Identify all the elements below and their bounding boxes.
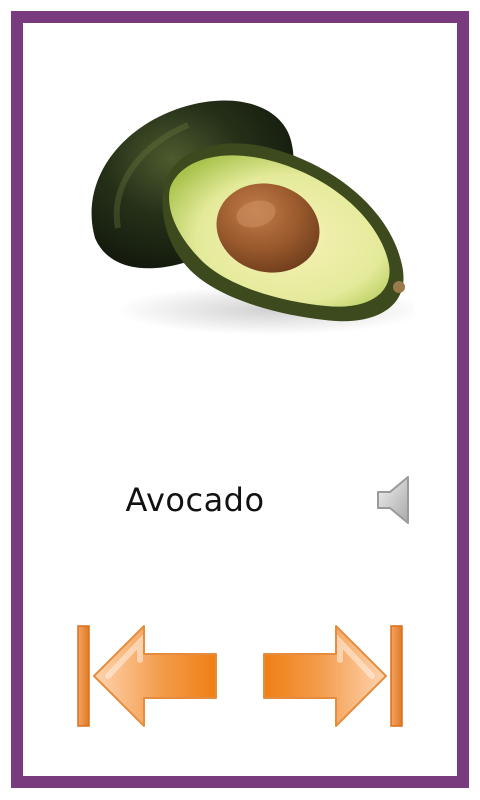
avocado-image	[91, 100, 415, 335]
word-label: Avocado	[125, 481, 265, 519]
flashcard-screen: Avocado	[0, 0, 480, 800]
previous-button[interactable]	[74, 620, 220, 732]
next-button[interactable]	[260, 620, 406, 732]
speaker-icon[interactable]	[372, 473, 416, 527]
